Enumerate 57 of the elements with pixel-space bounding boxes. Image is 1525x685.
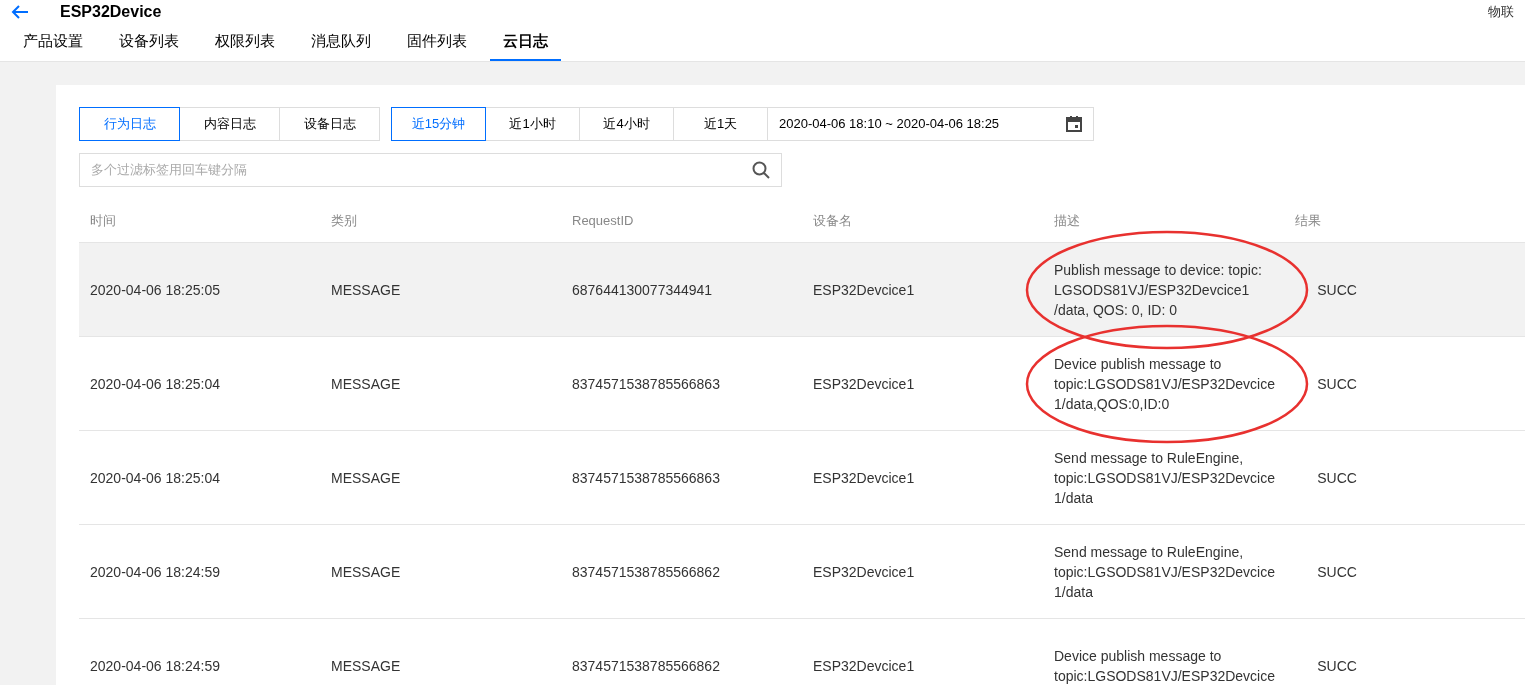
table-cell-text: SUCC — [1317, 280, 1358, 300]
log-type-button[interactable]: 行为日志 — [79, 107, 180, 141]
table-cell-text: ESP32Devcice1 — [813, 468, 916, 488]
table-cell-text: 2020-04-06 18:25:04 — [90, 374, 221, 394]
table-cell-text: 8374571538785566862 — [572, 562, 721, 582]
column-header: 类别 — [331, 213, 357, 228]
table-cell-text: Publish message to device: topic: LGSODS81VJ/ESP32Devcice1 /data, QOS: 0, ID: 0 — [1054, 260, 1263, 320]
back-arrow-icon[interactable] — [10, 4, 30, 20]
search-input[interactable]: 多个过滤标签用回车键分隔 — [91, 160, 752, 180]
table-cell-text: Send message to RuleEngine, topic:LGSODS81VJ/ESP32Devcice 1/data — [1054, 448, 1276, 508]
date-range-field[interactable]: 2020-04-06 18:10 ~ 2020-04-06 18:25 — [767, 107, 1094, 141]
log-type-button[interactable]: 设备日志 — [279, 107, 380, 141]
table-cell-text: 687644130077344941 — [572, 280, 714, 300]
tab[interactable]: 产品设置 — [10, 24, 96, 61]
table-cell-text: SUCC — [1317, 374, 1358, 394]
column-header: 结果 — [1295, 213, 1321, 228]
column-header: 描述 — [1054, 213, 1080, 228]
header-text: 物联 — [1488, 3, 1514, 22]
table-cell-text: SUCC — [1317, 468, 1358, 488]
table-cell-text: MESSAGE — [331, 656, 402, 676]
tab[interactable]: 消息队列 — [298, 24, 384, 61]
column-header: 设备名 — [813, 213, 852, 228]
table-cell-text: 8374571538785566863 — [572, 468, 721, 488]
column-header: 时间 — [90, 213, 116, 228]
table-cell-text: Send message to RuleEngine, topic:LGSODS81VJ/ESP32Devcice 1/data — [1054, 542, 1276, 602]
table-cell-text: 2020-04-06 18:25:04 — [90, 468, 221, 488]
column-header: RequestID — [572, 213, 634, 228]
log-type-button[interactable]: 内容日志 — [179, 107, 280, 141]
tab[interactable]: 设备列表 — [106, 24, 192, 61]
time-range-button[interactable]: 近15分钟 — [391, 107, 486, 141]
tab[interactable]: 权限列表 — [202, 24, 288, 61]
table-cell-text: 2020-04-06 18:24:59 — [90, 656, 221, 676]
time-range-button[interactable]: 近1小时 — [485, 107, 580, 141]
table-cell-text: Device publish message to topic:LGSODS81VJ/ESP32Devcice 1/data,QOS:0,ID:0 — [1054, 354, 1276, 414]
time-range-button[interactable]: 近4小时 — [579, 107, 674, 141]
table-cell-text: ESP32Devcice1 — [813, 656, 916, 676]
table-cell-text: SUCC — [1317, 562, 1358, 582]
calendar-icon — [1066, 116, 1082, 132]
table-cell-text: Device publish message to topic:LGSODS81VJ/ESP32Devcice — [1054, 646, 1276, 685]
table-cell-text: 8374571538785566863 — [572, 374, 721, 394]
page-title: ESP32Device — [60, 2, 162, 22]
search-icon — [752, 161, 770, 179]
table-cell-text: ESP32Devcice1 — [813, 562, 916, 582]
table-cell-text: MESSAGE — [331, 374, 402, 394]
time-range-button[interactable]: 近1天 — [673, 107, 768, 141]
table-cell-text: ESP32Devcice1 — [813, 280, 916, 300]
table-cell-text: MESSAGE — [331, 468, 402, 488]
table-cell-text: 8374571538785566862 — [572, 656, 721, 676]
table-cell-text: 2020-04-06 18:24:59 — [90, 562, 221, 582]
table-cell-text: MESSAGE — [331, 562, 402, 582]
tab[interactable]: 云日志 — [490, 24, 561, 61]
table-cell-text: ESP32Devcice1 — [813, 374, 916, 394]
table-cell-text: SUCC — [1317, 656, 1358, 676]
search-field[interactable]: 多个过滤标签用回车键分隔 — [79, 153, 782, 187]
tab[interactable]: 固件列表 — [394, 24, 480, 61]
table-cell-text: 2020-04-06 18:25:05 — [90, 280, 221, 300]
table-cell-text: MESSAGE — [331, 280, 402, 300]
